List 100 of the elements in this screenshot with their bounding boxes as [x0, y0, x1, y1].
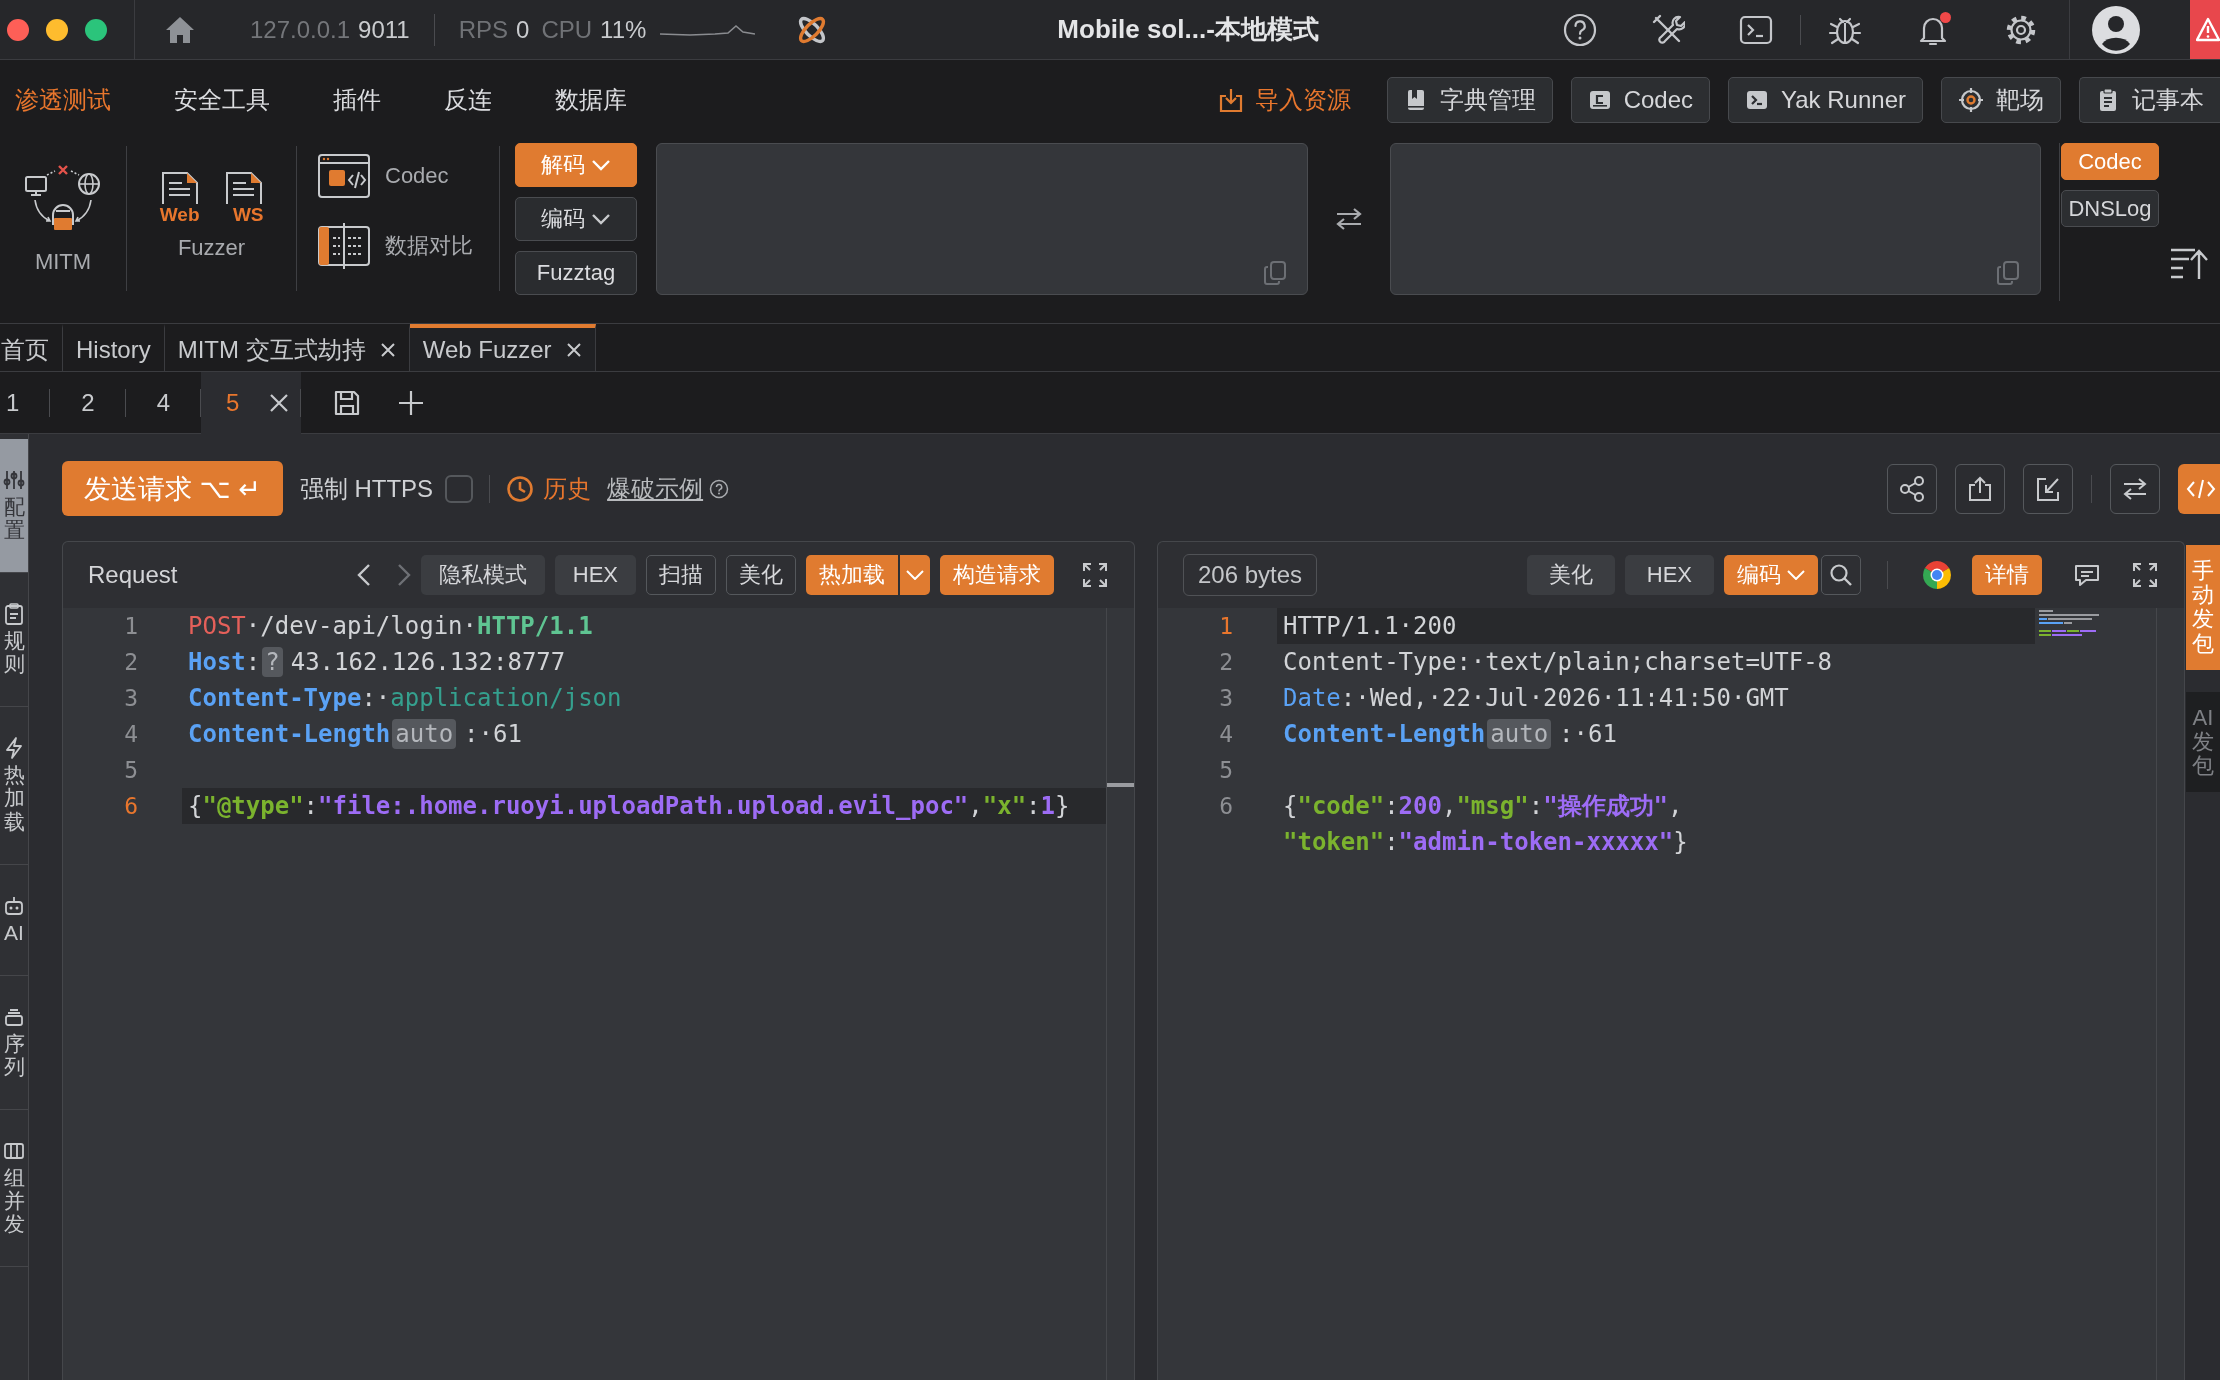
code-text: 43.162.126.132:8777	[290, 647, 566, 678]
save-icon[interactable]	[333, 388, 362, 417]
sort-icon[interactable]	[2169, 246, 2209, 280]
tab[interactable]: MITM 交互式劫持	[164, 324, 410, 371]
window-minimize-button[interactable]	[46, 18, 68, 41]
swap-button[interactable]	[2110, 463, 2160, 514]
shortcut-button[interactable]: Codec	[1570, 77, 1711, 123]
side-nav-item[interactable]: 配置	[0, 439, 28, 574]
help-icon	[1563, 12, 1597, 47]
panel-title: Request	[88, 561, 178, 589]
chevron-down-icon	[1787, 570, 1805, 580]
document-icon	[159, 171, 200, 205]
vertical-tab[interactable]: AI发包	[2186, 691, 2220, 793]
line-number: 4	[123, 720, 138, 749]
side-nav-item[interactable]: 热加载	[0, 707, 28, 865]
fuzzer-file-button[interactable]: WS	[223, 171, 264, 225]
swap-arrows-icon[interactable]	[1334, 206, 1364, 232]
editor-button[interactable]: 扫描	[646, 555, 716, 595]
window-zoom-button[interactable]	[85, 18, 107, 41]
editor-button[interactable]: HEX	[1624, 555, 1714, 595]
search-button[interactable]	[1821, 555, 1861, 595]
shortcut-button[interactable]: 记事本	[2079, 77, 2220, 123]
home-icon[interactable]	[165, 15, 195, 44]
side-nav-item[interactable]: AI	[0, 864, 28, 976]
warning-icon	[2196, 16, 2220, 43]
history-button[interactable]: 历史	[506, 472, 592, 505]
back-icon[interactable]	[356, 563, 371, 587]
example-link[interactable]: 爆破示例	[607, 472, 704, 505]
window-title: Mobile sol...-本地模式	[1057, 13, 1319, 46]
editor-button[interactable]: 美化	[726, 555, 796, 595]
checkbox[interactable]	[445, 474, 474, 503]
fullscreen-icon[interactable]	[1082, 562, 1108, 588]
alert-button[interactable]	[2190, 0, 2220, 59]
clipboard-icon	[3, 603, 25, 626]
menu-item[interactable]: 数据库	[555, 84, 627, 116]
mode-dropdown-button[interactable]: 编码	[515, 197, 637, 241]
close-icon[interactable]	[565, 341, 582, 358]
editor-button[interactable]: HEX	[554, 555, 636, 595]
panel-tab[interactable]: DNSLog	[2061, 190, 2159, 227]
shortcut-button[interactable]: 字典管理	[1386, 77, 1553, 123]
side-nav-item[interactable]: 序列	[0, 975, 28, 1110]
side-nav-item[interactable]: 组并发	[0, 1109, 28, 1268]
avatar-icon[interactable]	[2092, 5, 2140, 54]
menu-item[interactable]: 渗透测试	[15, 84, 111, 116]
sub-tab[interactable]: 4	[125, 372, 202, 433]
code-text: Content-Length	[188, 719, 391, 750]
close-icon[interactable]	[269, 393, 290, 413]
dropdown-button[interactable]	[900, 555, 930, 595]
sub-tab[interactable]: 1	[0, 372, 51, 433]
add-icon[interactable]	[398, 389, 425, 416]
shortcut-button[interactable]: Yak Runner	[1728, 77, 1923, 123]
editor-button[interactable]: 美化	[1526, 555, 1615, 595]
editor-button[interactable]: 隐私模式	[420, 555, 545, 595]
fuzzer-file-button[interactable]: Web	[159, 171, 200, 225]
help-icon[interactable]	[709, 478, 730, 499]
line-number: 3	[123, 684, 138, 713]
code-text: HTTP/1.1·200	[1283, 611, 1457, 642]
chevron-down-icon	[591, 213, 611, 225]
line-number: 4	[1218, 720, 1233, 749]
output-field[interactable]	[1390, 143, 2041, 295]
fuzztag-button[interactable]: Fuzztag	[515, 251, 637, 295]
code-text: :·61	[464, 719, 522, 750]
copy-icon[interactable]	[1263, 260, 1287, 286]
menu-item[interactable]: 插件	[333, 84, 381, 116]
export-button[interactable]	[1955, 463, 2005, 514]
sub-tab[interactable]: 2	[50, 372, 126, 433]
menu-item[interactable]: 反连	[444, 84, 492, 116]
forward-icon[interactable]	[396, 563, 411, 587]
fullscreen-icon[interactable]	[2132, 562, 2158, 588]
target-icon	[1958, 87, 1984, 113]
line-number: 5	[1218, 756, 1233, 785]
copy-icon[interactable]	[1996, 260, 2020, 286]
code-text: Host:	[188, 647, 261, 678]
scrollbar[interactable]	[1106, 608, 1134, 1380]
shortcut-button[interactable]: 靶场	[1941, 77, 2061, 123]
upload-icon	[1966, 474, 1994, 503]
tool-link-button[interactable]: Codec	[317, 153, 449, 199]
browser-icon[interactable]	[1922, 560, 1952, 590]
tab[interactable]: History	[63, 324, 165, 371]
window-close-button[interactable]	[7, 18, 29, 41]
close-icon[interactable]	[379, 341, 396, 358]
code-text: Content-Type:·text/plain;charset=UTF-8	[1283, 647, 1833, 678]
input-field[interactable]	[656, 143, 1308, 295]
tab[interactable]: 首页	[0, 324, 63, 371]
share-button[interactable]	[1887, 463, 1937, 514]
import-button[interactable]	[2023, 463, 2073, 514]
tab[interactable]: Web Fuzzer	[409, 324, 596, 371]
side-nav-item[interactable]: 规则	[0, 573, 28, 708]
code-text: :·61	[1559, 719, 1617, 750]
import-button[interactable]: 导入资源	[1216, 84, 1351, 116]
chevron-down-icon	[906, 570, 924, 580]
comment-icon[interactable]	[2074, 563, 2100, 587]
clock-icon	[506, 474, 535, 503]
menu-item[interactable]: 安全工具	[174, 84, 270, 116]
stat-label: CPU	[541, 15, 593, 44]
tool-link-button[interactable]: 数据对比	[317, 223, 473, 269]
share-icon	[1898, 474, 1926, 503]
sub-tab[interactable]: 5	[201, 372, 302, 434]
mitm-tool-button[interactable]: MITM	[23, 163, 103, 275]
code-button[interactable]	[2178, 463, 2220, 514]
